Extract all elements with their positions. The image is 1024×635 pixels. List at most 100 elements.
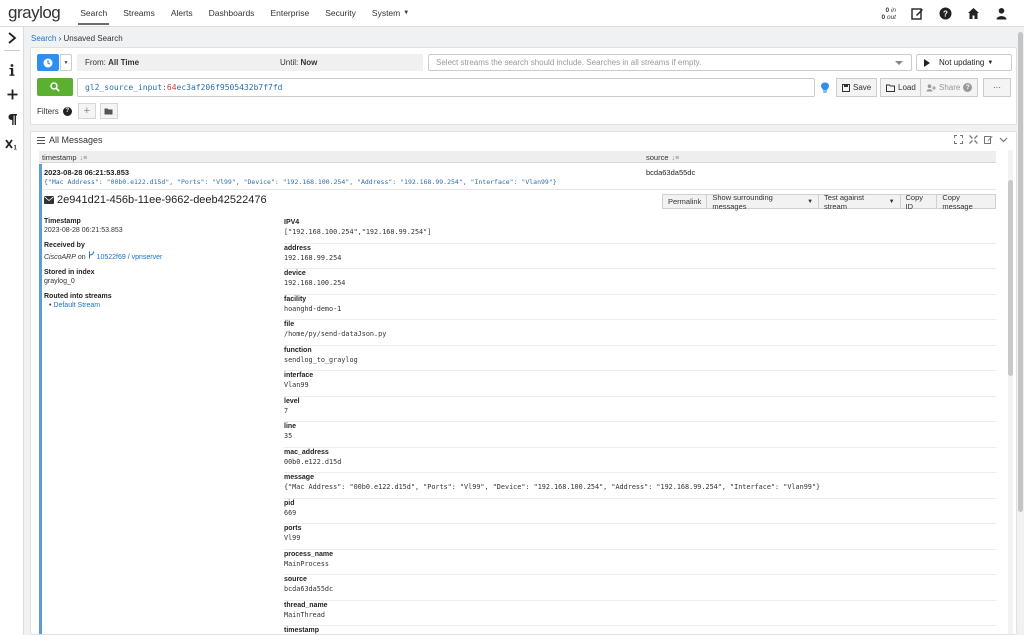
field-name[interactable]: ports: [284, 525, 996, 532]
field-name[interactable]: process_name: [284, 551, 996, 558]
field-value[interactable]: /home/py/send-dataJson.py: [284, 330, 996, 338]
widget-title: All Messages: [49, 135, 103, 145]
field-name[interactable]: line: [284, 423, 996, 430]
col-source[interactable]: source ↓≡: [646, 153, 679, 162]
field-name[interactable]: function: [284, 347, 996, 354]
copy-id-button[interactable]: Copy ID: [899, 193, 938, 211]
field-name[interactable]: mac_address: [284, 449, 996, 456]
field-name[interactable]: IPV4: [284, 219, 996, 226]
search-query-input[interactable]: gl2_source_input: 64 ec3af206f9505432b7f7f…: [77, 78, 815, 97]
node-link[interactable]: 10522f69 / vpnserver: [97, 254, 163, 261]
focus-icon[interactable]: [954, 135, 963, 144]
nav-enterprise[interactable]: Enterprise: [262, 0, 317, 27]
time-range-dropdown[interactable]: ▼: [60, 54, 72, 71]
field-name[interactable]: source: [284, 576, 996, 583]
add-icon[interactable]: [4, 86, 20, 102]
user-icon[interactable]: [994, 7, 1008, 21]
show-surrounding-button[interactable]: Show surrounding messages ▼: [706, 193, 820, 211]
edit-icon[interactable]: [984, 135, 993, 144]
edit-note-icon[interactable]: [910, 7, 924, 21]
search-button[interactable]: [37, 78, 73, 96]
field-value[interactable]: {"Mac Address": "00b0.e122.d15d", "Ports…: [284, 483, 996, 491]
nav-system[interactable]: System ▼: [364, 0, 417, 27]
save-button[interactable]: Save: [836, 78, 878, 97]
throughput-indicator[interactable]: 0 in 0 out: [882, 7, 896, 21]
permalink-button[interactable]: Permalink: [662, 194, 708, 209]
help-icon[interactable]: ?: [938, 7, 952, 21]
field-name[interactable]: timestamp: [284, 627, 996, 634]
table-row[interactable]: 2023-08-28 06:21:53.853 {"Mac Address": …: [39, 164, 996, 634]
more-actions-button[interactable]: ···: [983, 78, 1011, 97]
copy-message-button[interactable]: Copy message: [936, 193, 996, 211]
field-name[interactable]: file: [284, 321, 996, 328]
load-filter-button[interactable]: [99, 103, 118, 119]
nav-search[interactable]: Search: [72, 0, 115, 27]
refresh-interval-button[interactable]: Not updating ▼: [916, 54, 1012, 71]
stream-link-default[interactable]: Default Stream: [49, 302, 264, 309]
paragraph-icon[interactable]: [4, 111, 20, 127]
field-value[interactable]: MainThread: [284, 611, 996, 619]
field-line: line 35: [284, 422, 996, 448]
field-value[interactable]: Vlan99: [284, 381, 996, 389]
graylog-logo[interactable]: graylog: [8, 3, 61, 23]
field-value[interactable]: sendlog_to_graylog: [284, 356, 996, 364]
help-icon[interactable]: ?: [62, 106, 72, 116]
field-name[interactable]: facility: [284, 296, 996, 303]
field-name[interactable]: interface: [284, 372, 996, 379]
field-value[interactable]: bcda63da55dc: [284, 585, 996, 593]
field-name[interactable]: message: [284, 474, 996, 481]
drag-handle-icon[interactable]: [37, 136, 45, 144]
nav-alerts[interactable]: Alerts: [163, 0, 201, 27]
page-scrollbar[interactable]: [1018, 30, 1023, 630]
chevron-down-icon: [895, 61, 903, 65]
updating-label: Not updating: [939, 58, 985, 67]
expand-icon[interactable]: [969, 135, 978, 144]
widget-scrollbar-thumb[interactable]: [1008, 180, 1013, 376]
field-value[interactable]: hoanghd-demo-1: [284, 305, 996, 313]
field-value[interactable]: 192.168.100.254: [284, 279, 996, 287]
field-value[interactable]: ["192.168.100.254","192.168.99.254"]: [284, 228, 996, 236]
field-value[interactable]: 192.168.99.254: [284, 254, 996, 262]
search-bar-panel: ▼ From: All Time Until: Now Select strea…: [30, 47, 1017, 125]
field-value[interactable]: 35: [284, 432, 996, 440]
field-value[interactable]: Vl99: [284, 534, 996, 542]
nav-security[interactable]: Security: [317, 0, 364, 27]
throughput-in-value: 0: [885, 6, 890, 14]
field-device: device 192.168.100.254: [284, 269, 996, 295]
top-navbar: graylog Search Streams Alerts Dashboards…: [0, 0, 1024, 27]
main-nav: Search Streams Alerts Dashboards Enterpr…: [72, 0, 417, 27]
field-name[interactable]: level: [284, 398, 996, 405]
widget-scrollbar[interactable]: [1008, 150, 1013, 634]
nav-dashboards[interactable]: Dashboards: [201, 0, 263, 27]
add-filter-button[interactable]: +: [77, 103, 96, 119]
field-name[interactable]: pid: [284, 500, 996, 507]
lightbulb-icon[interactable]: [820, 82, 830, 94]
field-value[interactable]: MainProcess: [284, 560, 996, 568]
time-range-display[interactable]: From: All Time Until: Now: [77, 54, 423, 71]
chevron-down-icon[interactable]: [999, 135, 1008, 144]
info-icon[interactable]: [4, 62, 20, 78]
search-sidebar: 1: [0, 27, 24, 635]
sort-icon: ↓≡: [671, 155, 680, 162]
field-value[interactable]: 7: [284, 407, 996, 415]
page-scrollbar-thumb[interactable]: [1018, 32, 1023, 512]
load-button[interactable]: Load: [880, 78, 922, 97]
time-from-label: From:: [85, 58, 106, 67]
field-name[interactable]: device: [284, 270, 996, 277]
share-button[interactable]: Share ?: [920, 78, 979, 97]
field-name[interactable]: thread_name: [284, 602, 996, 609]
field-name[interactable]: address: [284, 245, 996, 252]
branch-icon: [88, 251, 94, 259]
field-value[interactable]: 00b0.e122.d15d: [284, 458, 996, 466]
home-icon[interactable]: [966, 7, 980, 21]
breadcrumb-search-link[interactable]: Search: [31, 34, 56, 43]
test-against-stream-button[interactable]: Test against stream ▼: [818, 193, 901, 211]
time-range-button[interactable]: [37, 54, 59, 71]
streams-select[interactable]: Select streams the search should include…: [428, 54, 912, 71]
expand-sidebar-icon[interactable]: [4, 30, 20, 46]
time-until-value: Now: [300, 58, 318, 67]
col-timestamp[interactable]: timestamp ↓≡: [42, 153, 87, 162]
field-value[interactable]: 669: [284, 509, 996, 517]
fields-icon[interactable]: 1: [4, 136, 20, 152]
nav-streams[interactable]: Streams: [115, 0, 163, 27]
